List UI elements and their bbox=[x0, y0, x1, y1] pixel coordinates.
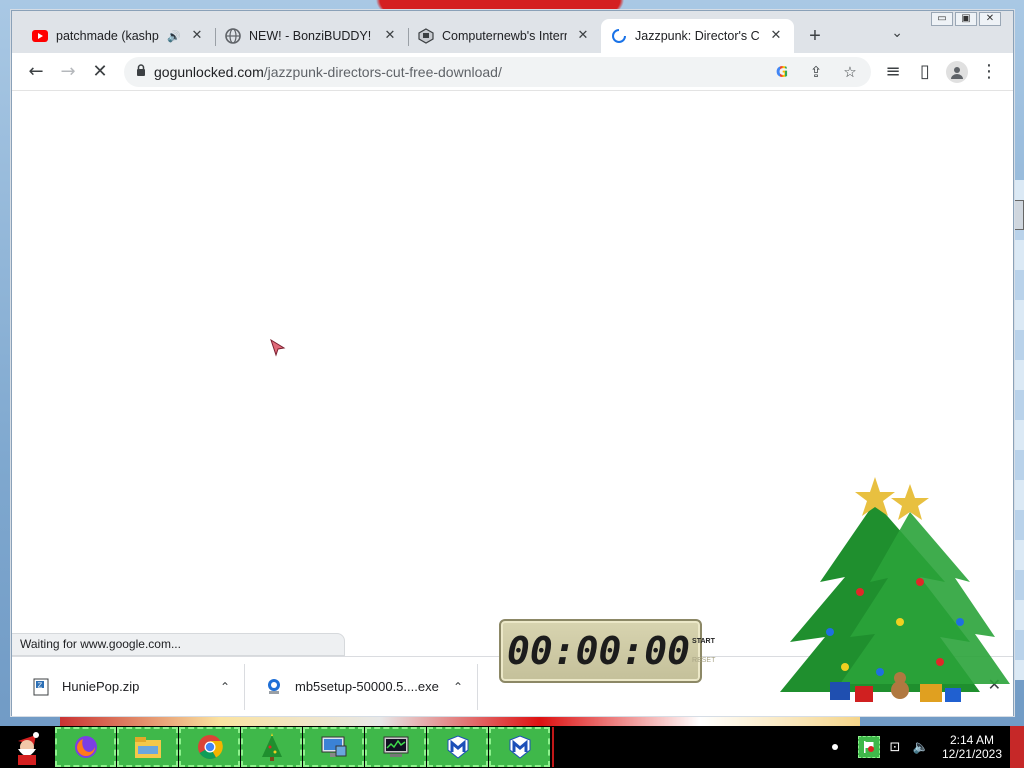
show-desktop-button[interactable] bbox=[1010, 726, 1024, 768]
forward-button[interactable]: → bbox=[52, 56, 84, 88]
google-lens-icon[interactable]: G bbox=[769, 59, 795, 85]
lock-icon[interactable] bbox=[136, 64, 146, 79]
remote-desktop-icon bbox=[321, 736, 346, 757]
zip-file-icon: Z bbox=[32, 678, 50, 696]
close-window-button[interactable]: ✕ bbox=[979, 12, 1001, 26]
download-item[interactable]: mb5setup-50000.5....exe ⌃ bbox=[245, 663, 478, 710]
browser-toolbar: ← → ✕ gogunlocked.com/jazzpunk-directors… bbox=[12, 53, 1013, 91]
url-text[interactable]: gogunlocked.com/jazzpunk-directors-cut-f… bbox=[154, 64, 761, 80]
malwarebytes-icon bbox=[509, 735, 530, 759]
stopwatch-gadget[interactable]: 00:00:00 START RESET bbox=[499, 619, 715, 683]
network-icon[interactable]: ⊡ bbox=[884, 736, 906, 758]
tab-close-button[interactable]: ✕ bbox=[768, 28, 784, 44]
tab-computernewb[interactable]: Computernewb's Interne ✕ bbox=[408, 19, 601, 53]
window-controls: ▭ ▣ ✕ bbox=[931, 12, 1001, 26]
profile-avatar-icon bbox=[946, 60, 968, 83]
bookmark-star-icon[interactable]: ☆ bbox=[837, 59, 863, 85]
firefox-icon bbox=[74, 736, 97, 758]
file-explorer-icon bbox=[134, 737, 161, 758]
chevron-up-icon[interactable]: ⌃ bbox=[220, 680, 230, 694]
tab-bonzibuddy[interactable]: NEW! - BonziBUDDY! ✕ bbox=[215, 19, 408, 53]
timer-display: 00:00:00 bbox=[507, 629, 691, 673]
mouse-cursor-icon bbox=[270, 338, 286, 362]
minimize-button[interactable]: ▭ bbox=[931, 12, 953, 26]
youtube-icon bbox=[32, 28, 48, 44]
taskbar-remote-desktop[interactable] bbox=[303, 727, 364, 767]
address-bar[interactable]: gogunlocked.com/jazzpunk-directors-cut-f… bbox=[124, 56, 871, 87]
back-button[interactable]: ← bbox=[20, 56, 52, 88]
taskbar-malwarebytes-1[interactable] bbox=[427, 727, 488, 767]
tray-notification-dot-icon[interactable] bbox=[831, 744, 838, 750]
system-tray: ⊡ 🔈 2:14 AM 12/21/2023 bbox=[831, 726, 1024, 768]
malwarebytes-icon bbox=[447, 735, 468, 759]
taskbar-separator bbox=[552, 727, 554, 767]
new-tab-button[interactable]: + bbox=[798, 19, 832, 53]
installer-icon bbox=[265, 678, 283, 696]
maximize-button[interactable]: ▣ bbox=[955, 12, 977, 26]
chrome-icon bbox=[197, 735, 223, 760]
tab-jazzpunk[interactable]: Jazzpunk: Director's Cut ✕ bbox=[601, 19, 794, 53]
background-window-edge bbox=[1014, 200, 1024, 230]
clock-time: 2:14 AM bbox=[949, 733, 994, 747]
download-filename: HuniePop.zip bbox=[62, 679, 140, 694]
side-panel-icon[interactable]: ▯ bbox=[909, 56, 941, 88]
taskbar-christmas-tree[interactable] bbox=[241, 727, 302, 767]
download-item[interactable]: Z HuniePop.zip ⌃ bbox=[12, 663, 245, 710]
tab-youtube[interactable]: patchmade (kashpa 🔊 ✕ bbox=[22, 19, 215, 53]
taskbar-task-manager[interactable] bbox=[365, 727, 426, 767]
url-host: gogunlocked.com bbox=[154, 63, 264, 80]
google-label: G bbox=[775, 62, 789, 81]
timer-controls: START RESET bbox=[692, 638, 715, 664]
tab-close-button[interactable]: ✕ bbox=[189, 28, 205, 44]
chevron-up-icon[interactable]: ⌃ bbox=[453, 680, 463, 694]
clock-date: 12/21/2023 bbox=[941, 747, 1002, 761]
taskbar-firefox[interactable] bbox=[55, 727, 116, 767]
globe-icon bbox=[225, 28, 241, 44]
url-path: /jazzpunk-directors-cut-free-download/ bbox=[263, 63, 502, 80]
start-button[interactable] bbox=[0, 726, 54, 768]
tab-search-button[interactable]: ⌄ bbox=[891, 25, 903, 41]
taskbar-chrome[interactable] bbox=[179, 727, 240, 767]
volume-icon[interactable]: 🔈 bbox=[910, 736, 932, 758]
tab-title: Computernewb's Interne bbox=[442, 29, 567, 43]
timer-reset-button[interactable]: RESET bbox=[692, 657, 715, 664]
christmas-tree-icon bbox=[261, 733, 282, 761]
taskbar: ⊡ 🔈 2:14 AM 12/21/2023 bbox=[0, 726, 1024, 768]
tab-close-button[interactable]: ✕ bbox=[575, 28, 591, 44]
stop-loading-button[interactable]: ✕ bbox=[84, 56, 116, 88]
download-filename: mb5setup-50000.5....exe bbox=[295, 679, 439, 694]
action-center-flag-icon[interactable] bbox=[857, 736, 880, 758]
tab-title: NEW! - BonziBUDDY! bbox=[249, 29, 372, 43]
media-control-icon[interactable]: ≡ bbox=[877, 56, 909, 88]
profile-button[interactable] bbox=[941, 56, 973, 88]
share-icon[interactable]: ⇪ bbox=[803, 59, 829, 85]
santa-start-icon bbox=[18, 732, 39, 765]
task-manager-icon bbox=[383, 736, 408, 757]
loading-spinner-icon bbox=[611, 28, 627, 44]
tab-title: patchmade (kashpa bbox=[56, 29, 160, 43]
timer-start-button[interactable]: START bbox=[692, 638, 715, 645]
taskbar-file-explorer[interactable] bbox=[117, 727, 178, 767]
chrome-menu-button[interactable]: ⋮ bbox=[973, 56, 1005, 88]
svg-text:Z: Z bbox=[38, 681, 43, 689]
status-bubble: Waiting for www.google.com... bbox=[12, 633, 345, 656]
clock[interactable]: 2:14 AM 12/21/2023 bbox=[942, 733, 1002, 761]
tab-strip: patchmade (kashpa 🔊 ✕ NEW! - BonziBUDDY!… bbox=[12, 11, 1013, 53]
taskbar-malwarebytes-2[interactable] bbox=[489, 727, 550, 767]
tab-title: Jazzpunk: Director's Cut bbox=[635, 29, 760, 43]
computernewb-icon bbox=[418, 28, 434, 44]
tab-close-button[interactable]: ✕ bbox=[382, 28, 398, 44]
audio-playing-icon[interactable]: 🔊 bbox=[167, 30, 181, 43]
christmas-tree-gadget[interactable] bbox=[770, 472, 1024, 722]
